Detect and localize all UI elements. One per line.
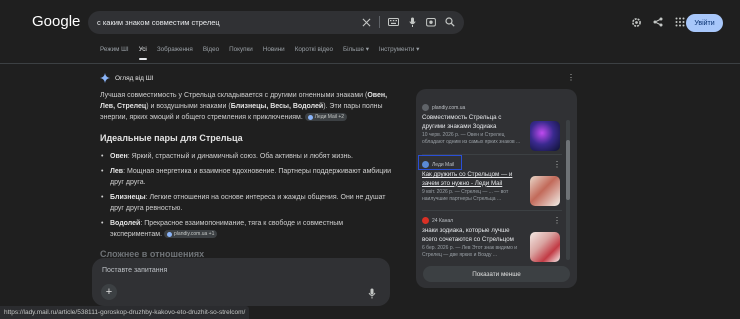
show-less-button[interactable]: Показати менше — [423, 266, 570, 282]
pair-text: : Легкие отношения на основе интереса и … — [110, 194, 386, 212]
sources-panel: plandiy.com.ua Совместимость Стрельца с … — [416, 89, 577, 288]
pair-text: : Прекрасное взаимопонимание, тяга к сво… — [110, 220, 344, 238]
pair-sign: Лев — [110, 168, 124, 175]
card-source: plandiy.com.ua — [422, 103, 562, 112]
sign-in-button[interactable]: Увійти — [686, 14, 723, 32]
search-box-icons — [360, 16, 456, 28]
zodiac-thumbnail-image[interactable] — [530, 121, 560, 151]
microphone-icon[interactable] — [406, 16, 418, 28]
add-icon[interactable]: + — [101, 284, 117, 300]
source-chip-label: Леди Mail +2 — [314, 114, 345, 121]
ai-overview-header: Огляд від ШІ — [100, 73, 153, 83]
ai-sparkle-icon — [100, 73, 110, 83]
search-tabs: Режим ШІ Усі Зображення Відео Покупки Но… — [100, 46, 429, 60]
tab-all[interactable]: Усі — [138, 46, 147, 60]
pairs-heading: Идеальные пары для Стрельца — [100, 133, 243, 143]
search-box[interactable]: с каким знаком совместим стрелец — [88, 11, 464, 34]
pair-text: : Мощная энергетика и взаимное вдохновен… — [110, 168, 392, 186]
card-divider — [422, 210, 562, 211]
tab-tools[interactable]: Інструменти ▾ — [379, 46, 419, 60]
card-more-icon[interactable]: ⋮ — [553, 216, 561, 225]
intro-text-2: ) и воздушными знаками ( — [146, 103, 231, 110]
google-logo[interactable]: Google — [32, 13, 80, 30]
card-snippet: 10 черв. 2026 р. — Овен и Стрелец облада… — [422, 132, 521, 145]
pairs-list: Овен: Яркий, страстный и динамичный союз… — [100, 151, 392, 240]
pair-sign: Овен — [110, 153, 128, 160]
list-item: Водолей: Прекрасное взаимопонимание, тяг… — [100, 218, 392, 240]
intro-paragraph: Лучшая совместимость у Стрельца складыва… — [100, 90, 392, 123]
more-options-icon[interactable]: ⋮ — [567, 73, 575, 82]
tab-images[interactable]: Зображення — [157, 46, 193, 60]
status-bar-url: https://lady.mail.ru/article/538111-goro… — [0, 306, 250, 319]
intro-text-1: Лучшая совместимость у Стрельца складыва… — [100, 92, 368, 99]
ask-prompt-box[interactable]: Поставте запитання + — [92, 258, 390, 306]
card-snippet: 6 бер. 2026 р. — Лев Этот знак видимо и … — [422, 245, 518, 258]
search-icon[interactable] — [444, 16, 456, 28]
list-item: Овен: Яркий, страстный и динамичный союз… — [100, 151, 392, 162]
tabs-divider — [0, 63, 740, 64]
tab-ai-mode[interactable]: Режим ШІ — [100, 46, 129, 60]
search-divider — [379, 16, 380, 28]
tab-news[interactable]: Новини — [263, 46, 285, 60]
intro-air-signs: Близнецы, Весы, Водолей — [230, 103, 324, 110]
camera-lens-icon[interactable] — [425, 16, 437, 28]
source-favicon-icon — [167, 231, 173, 237]
pair-sign: Водолей — [110, 220, 141, 227]
settings-gear-icon[interactable] — [630, 16, 642, 28]
ai-overview-body: Лучшая совместимость у Стрельца складыва… — [100, 90, 392, 244]
tab-shopping[interactable]: Покупки — [229, 46, 253, 60]
share-icon[interactable] — [652, 16, 664, 28]
couple-thumbnail-image[interactable] — [530, 232, 560, 262]
top-bar: Google с каким знаком совместим стрелец — [0, 0, 740, 44]
ai-overview-title: Огляд від ШІ — [115, 74, 154, 82]
tab-videos[interactable]: Відео — [203, 46, 219, 60]
tab-more[interactable]: Більше ▾ — [343, 46, 369, 60]
card-site: plandiy.com.ua — [432, 104, 466, 111]
focus-highlight — [418, 155, 462, 170]
panel-scrollbar-thumb[interactable] — [566, 140, 570, 200]
apps-grid-icon[interactable] — [674, 16, 686, 28]
keyboard-icon[interactable] — [387, 16, 399, 28]
channel-24-favicon-icon — [422, 217, 429, 224]
card-more-icon[interactable]: ⋮ — [553, 160, 561, 169]
list-item: Лев: Мощная энергетика и взаимное вдохно… — [100, 166, 392, 188]
source-chip[interactable]: plandiy.com.ua +1 — [164, 230, 218, 239]
header-actions — [630, 16, 686, 28]
prompt-input[interactable]: Поставте запитання — [102, 267, 167, 274]
card-title[interactable]: Как дружить со Стрельцом — и зачем это н… — [422, 171, 526, 188]
card-source: 24 Канал — [422, 216, 562, 225]
card-snippet: 9 квіт. 2026 р. — Стрелец — ... — вот на… — [422, 189, 509, 202]
tab-short-videos[interactable]: Короткі відео — [295, 46, 333, 60]
friends-thumbnail-image[interactable] — [530, 176, 560, 206]
list-item: Близнецы: Легкие отношения на основе инт… — [100, 192, 392, 214]
plandiy-favicon-icon — [422, 104, 429, 111]
source-favicon-icon — [307, 114, 313, 120]
card-title[interactable]: Совместимость Стрельца с другими знаками… — [422, 114, 526, 131]
pair-sign: Близнецы — [110, 194, 146, 201]
source-chip[interactable]: Леди Mail +2 — [304, 113, 348, 122]
microphone-icon[interactable] — [368, 286, 378, 299]
pair-text: : Яркий, страстный и динамичный союз. Об… — [127, 153, 353, 160]
source-chip-label: plandiy.com.ua +1 — [174, 231, 215, 238]
clear-icon[interactable] — [360, 16, 372, 28]
card-site: 24 Канал — [432, 217, 454, 224]
card-title[interactable]: знаки зодиака, которые лучше всего сочет… — [422, 227, 526, 244]
